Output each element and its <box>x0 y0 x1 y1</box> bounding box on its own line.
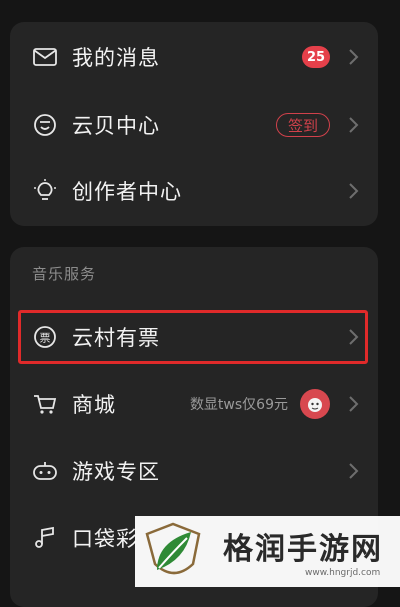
menu-item-label: 游戏专区 <box>72 460 160 484</box>
watermark-text: 格润手游网 <box>223 532 383 567</box>
highlight-box <box>18 310 368 364</box>
chevron-right-icon <box>349 117 359 133</box>
menu-item-label: 口袋彩 <box>72 527 138 551</box>
check-in-button[interactable]: 签到 <box>276 113 330 137</box>
cloud-coin-icon <box>32 112 58 138</box>
gamepad-icon <box>32 458 58 484</box>
chevron-right-icon <box>349 463 359 479</box>
promo-thumbnail <box>300 389 330 419</box>
menu-item-label: 创作者中心 <box>72 180 182 204</box>
menu-item-cloud-coin-center[interactable]: 云贝中心 签到 <box>10 92 378 158</box>
mail-icon <box>32 44 58 70</box>
menu-item-mall[interactable]: 商城 数显tws仅69元 <box>10 371 378 437</box>
music-note-icon <box>32 525 58 551</box>
site-watermark: 格润手游网 www.hngrjd.com <box>135 516 400 587</box>
account-menu-card: 我的消息 25 云贝中心 签到 创作者中心 <box>10 22 378 226</box>
menu-item-game-zone[interactable]: 游戏专区 <box>10 438 378 504</box>
menu-item-label: 云贝中心 <box>72 114 160 138</box>
section-title: 音乐服务 <box>32 265 97 283</box>
chevron-right-icon <box>349 183 359 199</box>
menu-item-messages[interactable]: 我的消息 25 <box>10 24 378 90</box>
watermark-url: www.hngrjd.com <box>305 568 381 578</box>
cart-icon <box>32 391 58 417</box>
chevron-right-icon <box>349 49 359 65</box>
lightbulb-icon <box>32 178 58 204</box>
menu-item-label: 商城 <box>72 393 116 417</box>
promo-text: 数显tws仅69元 <box>189 397 288 413</box>
unread-count-badge: 25 <box>302 46 330 68</box>
chevron-right-icon <box>349 396 359 412</box>
leaf-logo-icon <box>145 522 201 575</box>
menu-item-label: 我的消息 <box>72 46 160 70</box>
menu-item-creator-center[interactable]: 创作者中心 <box>10 158 378 224</box>
